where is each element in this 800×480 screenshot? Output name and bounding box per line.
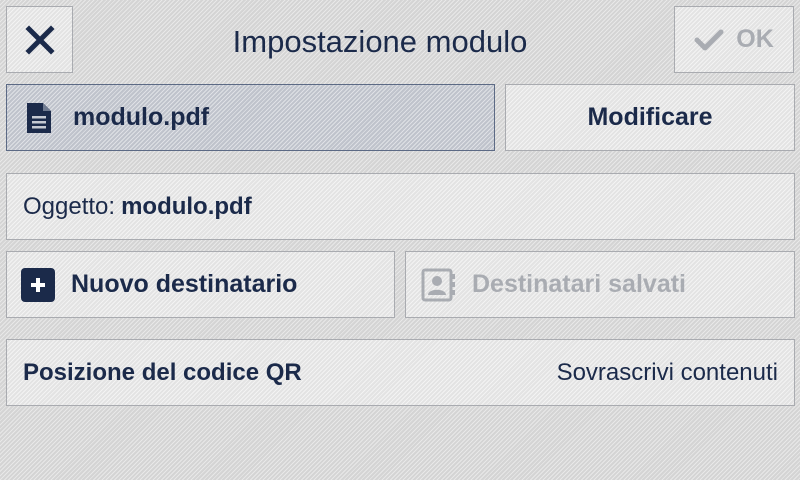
ok-button[interactable]: OK (674, 6, 794, 73)
address-book-icon (420, 268, 456, 302)
document-icon (25, 101, 53, 135)
new-recipient-label: Nuovo destinatario (71, 270, 298, 298)
edit-label: Modificare (587, 103, 713, 131)
edit-button[interactable]: Modificare (505, 84, 795, 151)
plus-icon (21, 267, 55, 302)
saved-recipients-label: Destinatari salvati (472, 270, 686, 298)
file-button[interactable]: modulo.pdf (6, 84, 495, 151)
close-button[interactable] (6, 6, 73, 73)
file-name: modulo.pdf (73, 103, 210, 131)
qr-position-value: Sovrascrivi contenuti (556, 358, 778, 386)
page-title: Impostazione modulo (232, 24, 528, 59)
subject-field[interactable]: Oggetto: modulo.pdf (6, 173, 795, 240)
subject-label: Oggetto: (23, 192, 116, 220)
subject-value: modulo.pdf (121, 192, 252, 220)
qr-position-row[interactable]: Posizione del codice QR Sovrascrivi cont… (6, 339, 795, 406)
close-icon (24, 24, 55, 55)
qr-position-label: Posizione del codice QR (23, 358, 302, 386)
ok-label: OK (736, 25, 774, 53)
saved-recipients-button[interactable]: Destinatari salvati (405, 251, 795, 318)
checkmark-icon (694, 28, 724, 52)
new-recipient-button[interactable]: Nuovo destinatario (6, 251, 395, 318)
